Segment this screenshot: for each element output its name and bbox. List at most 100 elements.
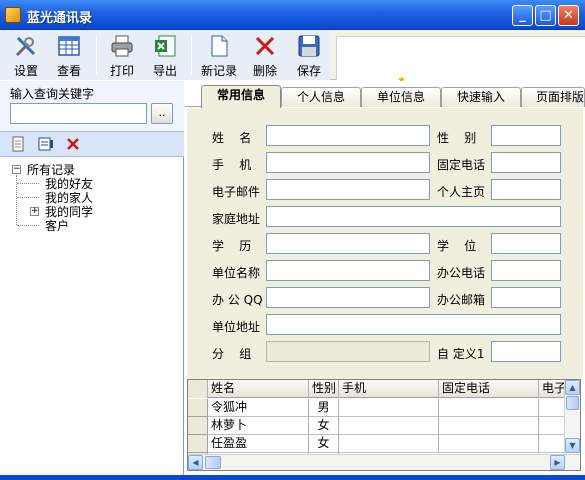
office-email-label: 办公邮箱 bbox=[437, 293, 486, 307]
email-field[interactable] bbox=[266, 179, 430, 200]
document-icon[interactable] bbox=[10, 136, 26, 152]
landline-field[interactable] bbox=[491, 152, 561, 173]
tab-personal-info[interactable]: 个人信息 bbox=[281, 87, 361, 107]
mobile-label: 手 机 bbox=[212, 158, 252, 172]
scroll-thumb[interactable] bbox=[566, 396, 579, 410]
banner-area: ★ bbox=[336, 36, 585, 86]
maximize-button[interactable]: □ bbox=[535, 5, 556, 26]
excel-icon bbox=[153, 34, 177, 58]
office-qq-field[interactable] bbox=[266, 287, 430, 308]
grid-col-email[interactable]: 电子 bbox=[539, 380, 566, 398]
settings-label: 设置 bbox=[13, 64, 38, 78]
office-email-field[interactable] bbox=[491, 287, 561, 308]
tab-quick-input[interactable]: 快速输入 bbox=[441, 87, 521, 107]
settings-button[interactable]: 设置 bbox=[6, 32, 46, 78]
new-document-icon bbox=[207, 34, 231, 58]
delete-button[interactable]: 删除 bbox=[245, 32, 285, 78]
company-label: 单位名称 bbox=[212, 266, 261, 280]
export-button[interactable]: 导出 bbox=[145, 32, 185, 78]
company-address-field[interactable] bbox=[266, 314, 561, 335]
delete-x-icon[interactable] bbox=[65, 136, 81, 152]
tree-line bbox=[17, 225, 39, 226]
tree-line bbox=[17, 183, 39, 184]
scroll-up-icon[interactable]: ▲ bbox=[565, 380, 580, 395]
vertical-scrollbar[interactable]: ▲ ▼ bbox=[564, 380, 580, 454]
print-button[interactable]: 打印 bbox=[102, 32, 142, 78]
tab-page-layout[interactable]: 页面排版 bbox=[521, 87, 585, 107]
scroll-right-icon[interactable]: ▶ bbox=[550, 455, 565, 470]
mobile-field[interactable] bbox=[266, 152, 430, 173]
homepage-label: 个人主页 bbox=[437, 185, 486, 199]
office-phone-field[interactable] bbox=[491, 260, 561, 281]
cell-landline[interactable] bbox=[439, 399, 539, 417]
save-label: 保存 bbox=[296, 64, 321, 78]
education-field[interactable] bbox=[266, 233, 430, 254]
scroll-left-icon[interactable]: ◀ bbox=[188, 455, 203, 470]
search-panel: 输入查询关键字 .. bbox=[0, 81, 184, 131]
home-address-field[interactable] bbox=[266, 206, 561, 227]
title-bar: 蓝光通讯录 _ □ ✕ bbox=[0, 0, 585, 30]
view-label: 查看 bbox=[56, 64, 81, 78]
left-pane: 输入查询关键字 .. − 所有记录 我的好友 我的家人 + 我的同学 客户 bbox=[0, 81, 184, 480]
scroll-thumb[interactable] bbox=[205, 456, 221, 469]
cell-mobile[interactable] bbox=[339, 399, 439, 417]
row-header[interactable] bbox=[188, 417, 208, 435]
table-row[interactable]: 林萝卜 女 bbox=[188, 417, 566, 435]
name-field[interactable] bbox=[266, 125, 430, 146]
custom1-label: 自 定义1 bbox=[437, 347, 485, 361]
cell-landline[interactable] bbox=[439, 435, 539, 453]
tools-icon bbox=[14, 34, 38, 58]
grid-header: 姓名 性别 手机 固定电话 电子 bbox=[188, 380, 566, 398]
close-button[interactable]: ✕ bbox=[558, 5, 579, 26]
app-icon bbox=[5, 7, 21, 23]
office-phone-label: 办公电话 bbox=[437, 266, 486, 280]
grid-col-mobile[interactable]: 手机 bbox=[339, 380, 439, 398]
name-label: 姓 名 bbox=[212, 131, 252, 145]
new-record-button[interactable]: 新记录 bbox=[199, 32, 239, 78]
properties-icon[interactable] bbox=[38, 136, 54, 152]
cell-name[interactable]: 令狐冲 bbox=[208, 399, 309, 417]
collapse-toggle[interactable]: − bbox=[12, 165, 21, 174]
cell-name[interactable]: 林萝卜 bbox=[208, 417, 309, 435]
cell-gender[interactable]: 男 bbox=[309, 399, 339, 417]
custom1-field[interactable] bbox=[491, 341, 561, 362]
scroll-down-icon[interactable]: ▼ bbox=[565, 438, 580, 453]
new-record-label: 新记录 bbox=[200, 64, 237, 78]
homepage-field[interactable] bbox=[491, 179, 561, 200]
cell-name[interactable]: 任盈盈 bbox=[208, 435, 309, 453]
cell-mobile[interactable] bbox=[339, 417, 439, 435]
table-row[interactable]: 令狐冲 男 bbox=[188, 399, 566, 417]
cell-landline[interactable] bbox=[439, 417, 539, 435]
record-form: 姓 名 性 别 手 机 固定电话 电子邮件 个人主页 家庭地址 学 历 学 位 … bbox=[187, 108, 583, 380]
cell-gender[interactable]: 女 bbox=[309, 417, 339, 435]
group-select[interactable] bbox=[266, 341, 430, 362]
row-header[interactable] bbox=[188, 399, 208, 417]
degree-field[interactable] bbox=[491, 233, 561, 254]
grid-col-landline[interactable]: 固定电话 bbox=[439, 380, 539, 398]
view-button[interactable]: 查看 bbox=[49, 32, 89, 78]
tab-company-info[interactable]: 单位信息 bbox=[361, 87, 441, 107]
right-pane: 常用信息 个人信息 单位信息 快速输入 页面排版 姓 名 性 别 手 机 固定电… bbox=[185, 81, 585, 480]
save-button[interactable]: 保存 bbox=[289, 32, 329, 78]
expand-toggle[interactable]: + bbox=[30, 207, 39, 216]
window-bottom-border bbox=[0, 475, 585, 480]
horizontal-scrollbar[interactable]: ◀ ▶ bbox=[188, 454, 580, 470]
gender-field[interactable] bbox=[491, 125, 561, 146]
search-browse-button[interactable]: .. bbox=[151, 103, 173, 124]
landline-label: 固定电话 bbox=[437, 158, 486, 172]
cell-gender[interactable]: 女 bbox=[309, 435, 339, 453]
cell-mobile[interactable] bbox=[339, 435, 439, 453]
table-row[interactable]: 任盈盈 女 bbox=[188, 435, 566, 453]
toolbar: ★ 设置 查看 打印 导出 新记录 删除 bbox=[0, 30, 585, 86]
grid-col-name[interactable]: 姓名 bbox=[208, 380, 309, 398]
row-header[interactable] bbox=[188, 435, 208, 453]
search-label: 输入查询关键字 bbox=[10, 87, 95, 101]
minimize-button[interactable]: _ bbox=[512, 5, 533, 26]
toolbar-separator bbox=[96, 36, 97, 74]
grid-col-gender[interactable]: 性别 bbox=[309, 380, 339, 398]
export-label: 导出 bbox=[152, 64, 177, 78]
tree-item-clients[interactable]: 客户 bbox=[45, 217, 69, 234]
search-input[interactable] bbox=[10, 103, 147, 124]
tab-common-info[interactable]: 常用信息 bbox=[201, 85, 281, 108]
company-field[interactable] bbox=[266, 260, 430, 281]
